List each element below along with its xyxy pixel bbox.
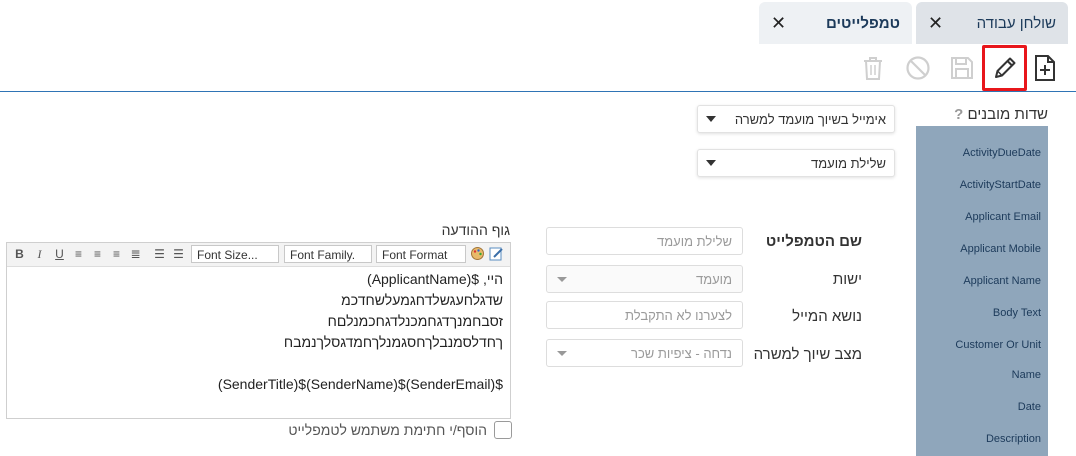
built-in-fields-label: שדות מובנים <box>967 106 1048 123</box>
help-icon[interactable]: ? <box>954 106 963 123</box>
italic-icon[interactable]: I <box>32 246 47 263</box>
ordered-list-icon[interactable]: ☰ <box>152 246 167 263</box>
close-icon[interactable]: ✕ <box>771 13 786 34</box>
entity-label: ישות <box>832 271 862 288</box>
tab-templates[interactable]: ✕ טמפלייטים <box>759 2 912 44</box>
tab-workbench[interactable]: ✕ שולחן עבודה <box>916 2 1068 44</box>
bold-icon[interactable]: B <box>12 246 27 263</box>
save-icon[interactable] <box>947 52 977 84</box>
field-item[interactable]: Applicant Mobile <box>960 243 1041 255</box>
signature-checkbox[interactable] <box>494 421 512 439</box>
template-name-label: שם הטמפלייט <box>765 233 862 250</box>
editor-line: זסבחמנךדגחמכנלדגחכמנלםח <box>327 313 503 329</box>
pencil-icon[interactable] <box>990 52 1020 84</box>
entity-dropdown[interactable]: מועמד <box>546 265 743 293</box>
align-justify-icon[interactable]: ≣ <box>128 246 143 263</box>
field-item[interactable]: ActivityStartDate <box>960 179 1041 191</box>
template-status-dropdown[interactable]: שלילת מועמד <box>697 149 895 177</box>
chevron-down-icon <box>557 276 567 282</box>
editor-line: שדגלחעגשלדחגמעלשחדכמ <box>341 292 503 308</box>
tab-label: שולחן עבודה <box>976 14 1056 32</box>
underline-icon[interactable]: U <box>52 246 67 263</box>
rich-text-editor[interactable]: B I U ≡ ≡ ≡ ≣ ☰ ☰ Font Size... Font Fami… <box>6 242 511 419</box>
editor-toolbar: B I U ≡ ≡ ≡ ≣ ☰ ☰ Font Size... Font Fami… <box>7 243 510 267</box>
field-item[interactable]: Applicant Email <box>965 211 1041 223</box>
template-name-placeholder: שלילת מועמד <box>657 233 732 249</box>
chevron-down-icon <box>706 116 716 122</box>
signature-option[interactable]: הוסף/י חתימת משתמש לטמפלייט <box>280 420 512 440</box>
field-item[interactable]: Name <box>1012 369 1041 381</box>
template-type-dropdown[interactable]: אימייל בשיוך מועמד למשרה <box>697 105 895 133</box>
editor-line: ךחדלסמנבלךחסגמנלךחמדגסלךנמבח <box>283 334 503 350</box>
font-family-select[interactable]: Font Family. <box>284 245 372 263</box>
palette-icon[interactable] <box>470 246 485 263</box>
align-left-icon[interactable]: ≡ <box>71 246 86 263</box>
built-in-fields-title: שדות מובנים ? <box>930 106 1048 123</box>
job-stage-label: מצב שיוך למשרה <box>753 346 862 363</box>
subject-input[interactable]: לצערנו לא התקבלת <box>546 301 743 329</box>
field-item[interactable]: Customer Or Unit <box>955 339 1041 351</box>
trash-icon[interactable] <box>858 52 888 84</box>
job-stage-dropdown[interactable]: נדחה - ציפיות שכר <box>546 339 743 367</box>
source-edit-icon[interactable] <box>489 246 504 263</box>
template-name-input[interactable]: שלילת מועמד <box>546 227 743 255</box>
field-item[interactable]: Description <box>986 433 1041 445</box>
cancel-icon[interactable] <box>903 52 933 84</box>
template-status-value: שלילת מועמד <box>811 155 886 171</box>
entity-value: מועמד <box>695 271 732 287</box>
chevron-down-icon <box>706 160 716 166</box>
close-icon[interactable]: ✕ <box>928 13 943 34</box>
signature-label: הוסף/י חתימת משתמש לטמפלייט <box>288 422 487 438</box>
align-center-icon[interactable]: ≡ <box>90 246 105 263</box>
template-type-value: אימייל בשיוך מועמד למשרה <box>734 111 886 127</box>
built-in-fields-panel: ActivityDueDate ActivityStartDate Applic… <box>916 126 1048 456</box>
editor-line: היי, $(ApplicantName) <box>367 271 503 287</box>
message-body-label: גוף ההודעה <box>441 222 510 238</box>
unordered-list-icon[interactable]: ☰ <box>171 246 186 263</box>
subject-value: לצערנו לא התקבלת <box>625 307 732 323</box>
align-right-icon[interactable]: ≡ <box>109 246 124 263</box>
tab-label: טמפלייטים <box>826 14 900 32</box>
new-document-icon[interactable] <box>1030 52 1060 84</box>
font-format-select[interactable]: Font Format <box>376 245 466 263</box>
job-stage-value: נדחה - ציפיות שכר <box>631 345 732 361</box>
field-item[interactable]: Body Text <box>993 307 1041 319</box>
editor-content[interactable]: היי, $(ApplicantName) שדגלחעגשלדחגמעלשחד… <box>13 269 503 395</box>
chevron-down-icon <box>557 350 567 356</box>
editor-line: $(SenderEmail)$(SenderName)$(SenderTitle… <box>217 376 503 392</box>
field-item[interactable]: Applicant Name <box>963 275 1041 287</box>
field-item[interactable]: ActivityDueDate <box>963 147 1041 159</box>
font-size-select[interactable]: Font Size... <box>191 245 279 263</box>
toolbar-divider <box>0 91 1076 92</box>
field-item[interactable]: Date <box>1018 401 1041 413</box>
subject-label: נושא המייל <box>792 308 862 325</box>
